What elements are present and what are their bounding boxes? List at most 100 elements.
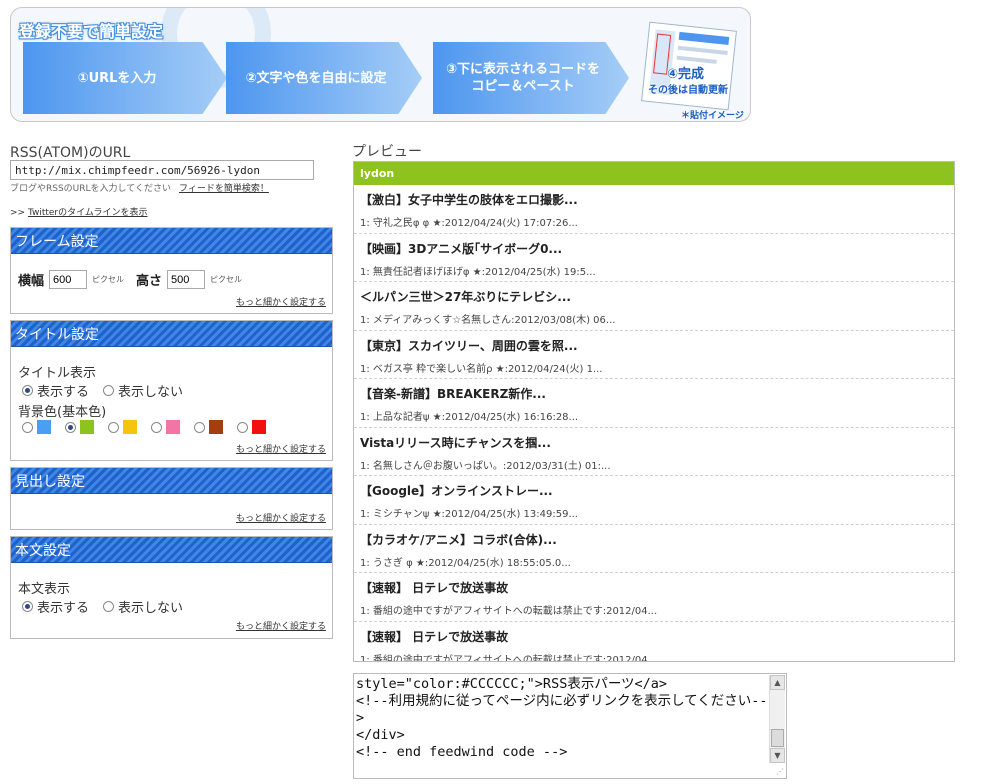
heading-settings-header[interactable]: 見出し設定	[11, 468, 332, 494]
body-show-radio[interactable]	[22, 601, 33, 612]
feed-item-title[interactable]: 【激白】女子中学生の肢体をエロ撮影...	[360, 191, 948, 208]
title-hide-label: 表示しない	[118, 385, 184, 400]
step-customize: ②文字や色を自由に設定	[226, 42, 422, 114]
height-input[interactable]	[167, 270, 206, 289]
width-unit: ピクセル	[92, 275, 125, 284]
preview-feed-title[interactable]: lydon	[354, 162, 954, 185]
color-swatch[interactable]	[166, 420, 180, 434]
bg-color-radio[interactable]	[65, 421, 76, 433]
feed-item-meta: 1: 番組の途中ですがアフィサイトへの転載は禁止です:2012/04...	[360, 654, 658, 662]
step-copy-paste-label: ③下に表示されるコードを コピー＆ペースト	[445, 62, 600, 94]
body-display-label: 本文表示	[18, 582, 71, 597]
width-input[interactable]	[49, 270, 88, 289]
color-swatch[interactable]	[209, 420, 223, 434]
feed-item-list: 【激白】女子中学生の肢体をエロ撮影... 1: 守礼之民φ φ ★:2012/04…	[354, 185, 954, 662]
body-hide-label: 表示しない	[118, 601, 184, 616]
title-hide-radio[interactable]	[103, 385, 115, 396]
body-settings-panel: 本文設定 本文表示 表示する 表示しない もっと細かく設定する	[10, 536, 333, 639]
rss-url-input[interactable]	[10, 160, 314, 180]
scroll-thumb[interactable]	[771, 729, 784, 747]
feed-item[interactable]: 【音楽-新譜】BREAKERZ新作... 1: 上品な記者ψ ★:2012/04/…	[354, 379, 954, 428]
scroll-down-arrow-icon[interactable]: ▼	[770, 748, 785, 763]
frame-settings-panel: フレーム設定 横幅 ピクセル 高さ ピクセル もっと細かく設定する	[10, 227, 333, 314]
feed-item[interactable]: 【激白】女子中学生の肢体をエロ撮影... 1: 守礼之民φ φ ★:2012/04…	[354, 185, 954, 234]
feed-item[interactable]: 【映画】3Dアニメ版｢サイボーグ0... 1: 無責任記者ほげほげφ ★:2012…	[354, 234, 954, 282]
bg-color-radio[interactable]	[237, 421, 248, 433]
height-label: 高さ	[136, 274, 163, 289]
height-unit: ピクセル	[210, 275, 243, 284]
frame-settings-header[interactable]: フレーム設定	[11, 228, 332, 254]
title-settings-header[interactable]: タイトル設定	[11, 321, 332, 347]
frame-more-settings-link[interactable]: もっと細かく設定する	[236, 295, 326, 308]
feed-item-title[interactable]: 【映画】3Dアニメ版｢サイボーグ0...	[360, 240, 948, 257]
feed-item-meta: 1: 名無しさん＠お腹いっぱい。:2012/03/31(土) 01:...	[360, 460, 611, 472]
resize-grip-icon[interactable]: ⋰	[776, 767, 784, 776]
setup-banner: 登録不要で簡単設定 ①URLを入力 ②文字や色を自由に設定 ③下に表示されるコー…	[10, 7, 751, 122]
banner-title: 登録不要で簡単設定	[19, 22, 164, 41]
feed-item-meta: 1: ベガス亭 粋で楽しい名前ρ ★:2012/04/24(火) 1...	[360, 363, 603, 375]
bg-color-options	[22, 420, 280, 434]
color-swatch[interactable]	[252, 420, 266, 434]
bg-color-option	[194, 420, 223, 434]
title-show-radio[interactable]	[22, 385, 33, 396]
feed-item[interactable]: 【速報】 日テレで放送事故 1: 番組の途中ですがアフィサイトへの転載は禁止です:…	[354, 622, 954, 662]
feed-item-title[interactable]: ＜ルパン三世＞27年ぶりにテレビシ...	[360, 288, 948, 305]
body-more-settings-link[interactable]: もっと細かく設定する	[236, 619, 326, 632]
bg-color-radio[interactable]	[22, 421, 33, 433]
scroll-up-arrow-icon[interactable]: ▲	[770, 675, 785, 690]
twitter-timeline-row: >> Twitterのタイムラインを表示	[10, 205, 148, 218]
feed-search-link[interactable]: フィードを簡単検索！	[179, 181, 269, 194]
frame-size-row: 横幅 ピクセル 高さ ピクセル	[18, 270, 254, 289]
bg-color-label: 背景色(基本色)	[18, 405, 107, 420]
feed-item-title[interactable]: 【音楽-新譜】BREAKERZ新作...	[360, 385, 948, 402]
bg-color-option	[237, 420, 266, 434]
width-label: 横幅	[18, 274, 45, 289]
step-complete-sub: その後は自動更新	[648, 85, 728, 96]
body-show-label: 表示する	[37, 601, 90, 616]
feed-item[interactable]: 【カラオケ/アニメ】コラボ(合体)... 1: うさぎ φ ★:2012/04/2…	[354, 525, 954, 573]
color-swatch[interactable]	[37, 420, 51, 434]
title-settings-panel: タイトル設定 タイトル表示 表示する 表示しない 背景色(基本色) もっと細かく…	[10, 320, 333, 461]
title-show-label: 表示する	[37, 385, 90, 400]
feed-item-meta: 1: 上品な記者ψ ★:2012/04/25(水) 16:16:28...	[360, 412, 579, 423]
feed-item[interactable]: 【速報】 日テレで放送事故 1: 番組の途中ですがアフィサイトへの転載は禁止です:…	[354, 573, 954, 622]
bg-color-option	[108, 420, 137, 434]
feed-item[interactable]: 【Google】オンラインストレー... 1: ミシチャンψ ★:2012/04/…	[354, 476, 954, 525]
rss-url-hint: ブログやRSSのURLを入力してください	[10, 184, 171, 194]
color-swatch[interactable]	[80, 420, 94, 434]
feed-item[interactable]: Vistaリリース時にチャンスを掴... 1: 名無しさん＠お腹いっぱい。:201…	[354, 428, 954, 476]
step-enter-url: ①URLを入力	[23, 42, 227, 114]
feed-item-meta: 1: ミシチャンψ ★:2012/04/25(水) 13:49:59...	[360, 509, 578, 520]
body-hide-radio[interactable]	[103, 601, 115, 612]
bg-color-radio[interactable]	[108, 421, 119, 433]
twitter-timeline-link[interactable]: Twitterのタイムラインを表示	[28, 208, 148, 218]
embed-code-text[interactable]: style="color:#CCCCCC;">RSS表示パーツ</a> <!--…	[356, 676, 768, 761]
title-display-options: 表示する 表示しない	[22, 381, 197, 400]
feed-item-title[interactable]: 【速報】 日テレで放送事故	[360, 579, 948, 596]
heading-more-settings-link[interactable]: もっと細かく設定する	[236, 511, 326, 524]
feed-item[interactable]: 【東京】スカイツリー、周囲の雲を照... 1: ベガス亭 粋で楽しい名前ρ ★:2…	[354, 331, 954, 379]
twitter-prefix: >>	[10, 208, 28, 218]
heading-settings-panel: 見出し設定 もっと細かく設定する	[10, 467, 333, 530]
feed-item-title[interactable]: 【東京】スカイツリー、周囲の雲を照...	[360, 337, 948, 354]
code-scrollbar[interactable]: ▲ ▼	[769, 675, 785, 763]
feed-item-title[interactable]: Vistaリリース時にチャンスを掴...	[360, 434, 948, 451]
feed-item-meta: 1: 番組の途中ですがアフィサイトへの転載は禁止です:2012/04...	[360, 606, 658, 617]
embed-code-textarea[interactable]: style="color:#CCCCCC;">RSS表示パーツ</a> <!--…	[353, 673, 787, 779]
bg-color-radio[interactable]	[151, 421, 162, 433]
feed-item-title[interactable]: 【Google】オンラインストレー...	[360, 482, 948, 499]
thumbnail-caption: ＊貼付イメージ	[681, 111, 744, 121]
body-settings-header[interactable]: 本文設定	[11, 537, 332, 563]
feed-item-title[interactable]: 【速報】 日テレで放送事故	[360, 628, 948, 645]
feed-item-meta: 1: 守礼之民φ φ ★:2012/04/24(火) 17:07:26...	[360, 218, 578, 229]
bg-color-option	[65, 420, 94, 434]
color-swatch[interactable]	[123, 420, 137, 434]
feed-item[interactable]: ＜ルパン三世＞27年ぶりにテレビシ... 1: メディアみっくす☆名無しさん:20…	[354, 282, 954, 331]
feed-item-title[interactable]: 【カラオケ/アニメ】コラボ(合体)...	[360, 531, 948, 548]
feed-item-meta: 1: メディアみっくす☆名無しさん:2012/03/08(木) 06...	[360, 315, 616, 326]
title-more-settings-link[interactable]: もっと細かく設定する	[236, 442, 326, 455]
step-copy-paste: ③下に表示されるコードを コピー＆ペースト	[433, 42, 629, 114]
bg-color-radio[interactable]	[194, 421, 205, 433]
step-complete: ④完成	[667, 67, 705, 82]
bg-color-option	[151, 420, 180, 434]
